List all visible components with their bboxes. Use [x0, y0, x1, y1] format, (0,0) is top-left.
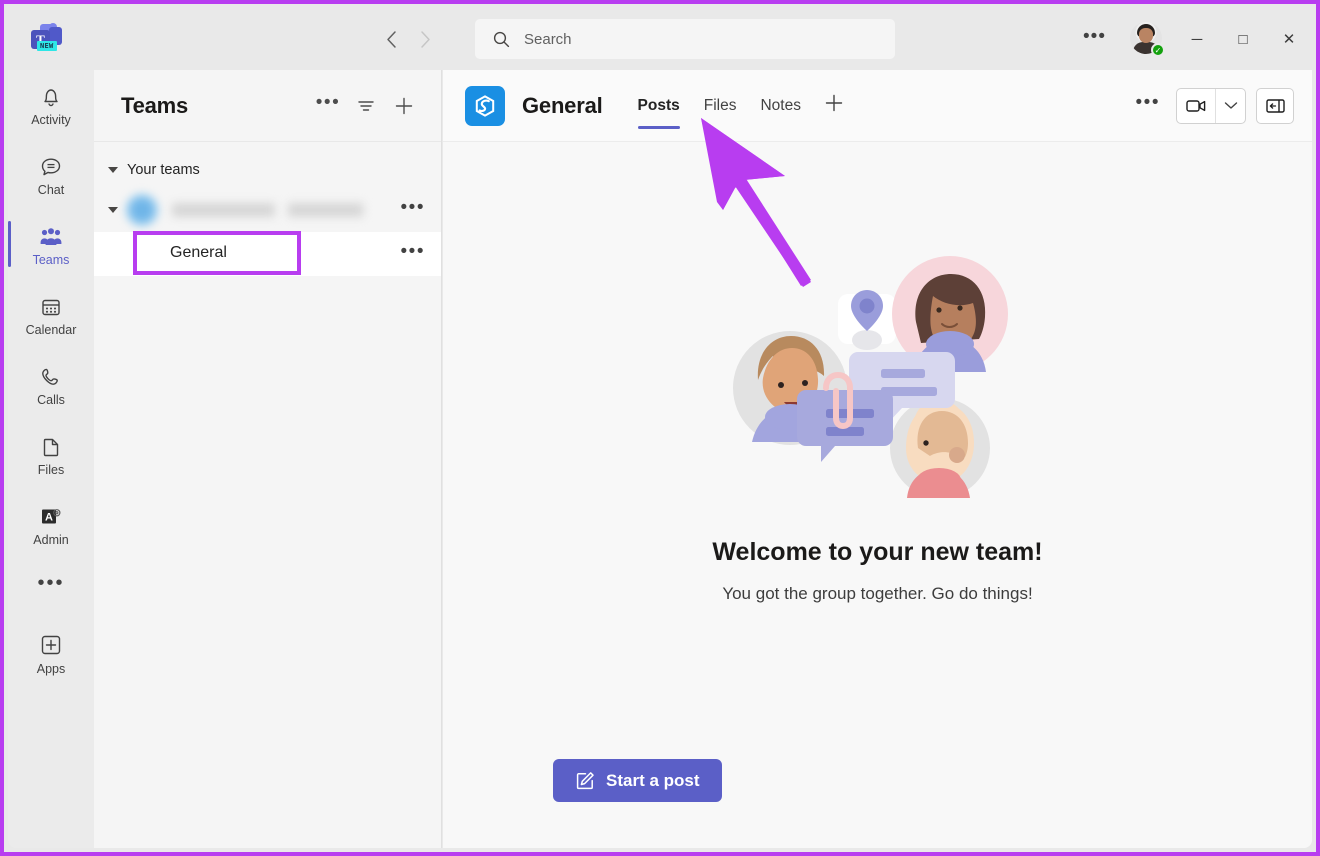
- admin-gear-icon: A: [37, 504, 65, 530]
- channel-title: General: [522, 93, 603, 119]
- teams-list-actions: •••: [313, 91, 419, 121]
- open-panel-icon[interactable]: [1256, 88, 1294, 124]
- app-rail: Activity Chat Teams: [8, 70, 94, 848]
- team-row[interactable]: •••: [94, 188, 441, 232]
- plus-box-icon: [37, 631, 65, 659]
- filter-icon[interactable]: [351, 91, 381, 121]
- sidebar-item-teams[interactable]: Teams: [8, 210, 94, 280]
- channel-header-actions: •••: [1136, 88, 1294, 124]
- welcome-empty-state: Welcome to your new team! You got the gr…: [443, 142, 1312, 848]
- meet-now-group: [1176, 88, 1246, 124]
- team-more-button[interactable]: •••: [401, 198, 425, 217]
- sidebar-more-button[interactable]: •••: [8, 560, 94, 606]
- sidebar-item-label: Admin: [33, 533, 68, 547]
- search-icon: [493, 31, 510, 48]
- channel-more-button[interactable]: •••: [401, 242, 425, 261]
- teams-list-panel: Teams •••: [94, 70, 442, 848]
- compose-icon: [575, 771, 595, 791]
- sidebar-item-label: Calls: [37, 393, 65, 407]
- people-chat-bubbles-illustration: [728, 252, 1028, 502]
- tab-notes[interactable]: Notes: [748, 70, 813, 141]
- file-icon: [38, 434, 64, 460]
- app-window: T NEW Search ••• ✓: [0, 0, 1320, 856]
- welcome-title: Welcome to your new team!: [712, 538, 1042, 567]
- sidebar-item-calendar[interactable]: Calendar: [8, 280, 94, 350]
- team-hexagon-icon: [465, 86, 505, 126]
- chevron-down-icon: [108, 167, 118, 173]
- forward-icon[interactable]: [408, 22, 442, 56]
- sidebar-item-label: Apps: [37, 662, 66, 676]
- sidebar-item-apps[interactable]: Apps: [8, 618, 94, 688]
- maximize-button[interactable]: □: [1220, 16, 1266, 62]
- chevron-down-icon[interactable]: [1215, 89, 1245, 123]
- start-a-post-button[interactable]: Start a post: [553, 759, 722, 802]
- teams-more-button[interactable]: •••: [313, 91, 343, 121]
- svg-text:A: A: [45, 511, 53, 523]
- teams-more-label: •••: [316, 93, 340, 112]
- highlight-box-general: General: [133, 231, 301, 275]
- channel-more-options-button[interactable]: •••: [1136, 93, 1166, 119]
- people-icon: [37, 224, 65, 250]
- title-bar-right: ••• ✓ ─ □ ✕: [1069, 16, 1312, 62]
- tab-posts[interactable]: Posts: [626, 70, 692, 141]
- sidebar-item-chat[interactable]: Chat: [8, 140, 94, 210]
- back-icon[interactable]: [374, 22, 408, 56]
- chat-bubble-icon: [38, 154, 64, 180]
- search-input[interactable]: Search: [475, 19, 895, 59]
- sidebar-item-label: Files: [38, 463, 64, 477]
- welcome-subtitle: You got the group together. Go do things…: [722, 584, 1032, 604]
- title-bar: T NEW Search ••• ✓: [8, 8, 1312, 70]
- sidebar-item-label: Calendar: [26, 323, 77, 337]
- channel-row-general[interactable]: General •••: [94, 232, 441, 276]
- add-team-icon[interactable]: [389, 91, 419, 121]
- minimize-button[interactable]: ─: [1174, 16, 1220, 62]
- tab-files[interactable]: Files: [692, 70, 749, 141]
- your-teams-group[interactable]: Your teams: [94, 152, 441, 188]
- sidebar-item-label: Activity: [31, 113, 71, 127]
- sidebar-item-admin[interactable]: A Admin: [8, 490, 94, 560]
- sidebar-item-calls[interactable]: Calls: [8, 350, 94, 420]
- main-content: General Posts Files Notes •••: [443, 70, 1312, 848]
- sidebar-item-label: Teams: [33, 253, 70, 267]
- your-teams-label: Your teams: [127, 162, 200, 178]
- video-camera-icon[interactable]: [1177, 89, 1215, 123]
- page-title: Teams: [121, 93, 188, 119]
- sidebar-item-label: Chat: [38, 183, 64, 197]
- avatar[interactable]: ✓: [1130, 22, 1164, 56]
- channel-tabs: Posts Files Notes: [626, 70, 855, 141]
- channel-header: General Posts Files Notes •••: [443, 70, 1312, 142]
- teams-list-header: Teams •••: [94, 70, 441, 142]
- team-name-redacted: [172, 203, 393, 217]
- team-avatar-redacted: [124, 192, 160, 228]
- titlebar-more-button[interactable]: •••: [1069, 27, 1120, 46]
- bell-icon: [38, 84, 64, 110]
- teams-logo: T NEW: [30, 23, 64, 55]
- search-placeholder: Search: [524, 31, 572, 48]
- sidebar-item-activity[interactable]: Activity: [8, 70, 94, 140]
- close-button[interactable]: ✕: [1266, 16, 1312, 62]
- sidebar-item-files[interactable]: Files: [8, 420, 94, 490]
- start-a-post-label: Start a post: [606, 771, 700, 791]
- phone-icon: [38, 364, 64, 390]
- status-badge: ✓: [1151, 43, 1165, 57]
- calendar-icon: [38, 294, 64, 320]
- chevron-down-icon: [108, 207, 118, 213]
- add-tab-icon[interactable]: [813, 70, 855, 141]
- new-badge: NEW: [37, 41, 57, 51]
- channel-label: General: [170, 244, 227, 262]
